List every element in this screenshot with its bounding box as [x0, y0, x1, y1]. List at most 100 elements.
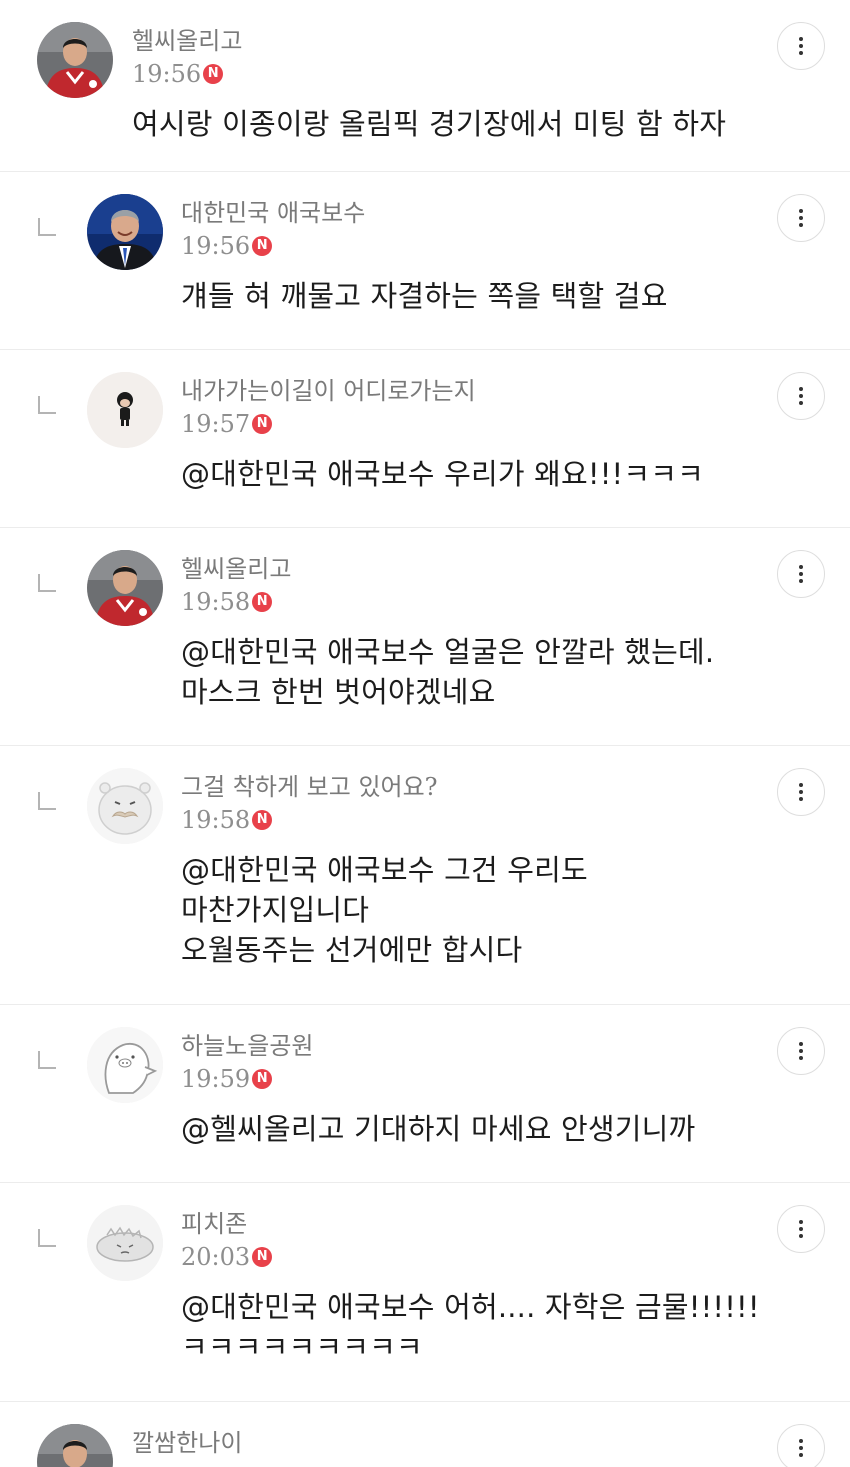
nickname[interactable]: 내가가는이길이 어디로가는지	[181, 374, 476, 408]
dot	[799, 783, 803, 787]
dot	[799, 790, 803, 794]
comment-text: @대한민국 애국보수 어허.... 자학은 금물!!!!!! ㅋㅋㅋㅋㅋㅋㅋㅋㅋ	[181, 1287, 760, 1367]
reply-comment: 헬씨올리고 19:58 N @대한민국 애국보수 얼굴은 안깔라 했는데. 마스크 한번…	[0, 528, 850, 746]
more-vertical-icon[interactable]	[777, 1424, 825, 1467]
comment-line: 마찬가지입니다	[181, 893, 370, 927]
dot	[799, 1056, 803, 1060]
comment-line: 마스크 한번 벗어야겠네요	[181, 675, 496, 709]
new-badge: N	[252, 592, 273, 612]
more-vertical-icon[interactable]	[777, 372, 825, 420]
comment: 깔쌈한나이	[0, 1402, 850, 1467]
timestamp-row: 20:03 N	[181, 1240, 273, 1274]
more-vertical-icon[interactable]	[777, 1027, 825, 1075]
tiny-character-icon[interactable]	[87, 372, 163, 448]
more-vertical-icon[interactable]	[777, 22, 825, 70]
timestamp: 19:58	[181, 806, 251, 834]
comment-text: @대한민국 애국보수 그건 우리도마찬가지입니다오월동주는 선거에만 합시다	[181, 850, 588, 970]
dot	[799, 1234, 803, 1238]
comment-meta: 하늘노을공원 19:59 N	[181, 1029, 313, 1096]
dot	[799, 797, 803, 801]
reply-comment: 하늘노을공원 19:59 N @헬씨올리고 기대하지 마세요 안생기니까	[0, 1005, 850, 1183]
dot	[799, 565, 803, 569]
timestamp: 19:57	[181, 410, 251, 438]
dot	[799, 394, 803, 398]
timestamp-row: 19:58 N	[181, 585, 291, 619]
comment-line: 오월동주는 선거에만 합시다	[181, 933, 523, 967]
comment-line: 여시랑 이종이랑 올림픽 경기장에서 미팅 함 하자	[132, 107, 727, 141]
reply-arrow-icon	[38, 792, 56, 810]
timestamp-row: 19:59 N	[181, 1062, 313, 1096]
more-vertical-icon[interactable]	[777, 768, 825, 816]
dot	[799, 387, 803, 391]
comment-text: @대한민국 애국보수 우리가 왜요!!!ㅋㅋㅋ	[181, 454, 704, 494]
comment-line: 걔들 혀 깨물고 자결하는 쪽을 택할 걸요	[181, 279, 668, 313]
timestamp: 19:56	[132, 60, 202, 88]
nickname[interactable]: 대한민국 애국보수	[181, 196, 365, 230]
new-badge: N	[252, 1247, 273, 1267]
nickname[interactable]: 하늘노을공원	[181, 1029, 313, 1063]
timestamp-row: 19:56 N	[181, 229, 365, 263]
reply-arrow-icon	[38, 1051, 56, 1069]
comment-line: ㅋㅋㅋㅋㅋㅋㅋㅋㅋ	[181, 1330, 423, 1364]
new-badge: N	[252, 1069, 273, 1089]
reply-arrow-icon	[38, 396, 56, 414]
comment-text: 걔들 혀 깨물고 자결하는 쪽을 택할 걸요	[181, 276, 668, 316]
comment-meta: 헬씨올리고 19:58 N	[181, 552, 291, 619]
reply-arrow-icon	[38, 218, 56, 236]
comment-meta: 깔쌈한나이	[132, 1426, 242, 1460]
soccer-player-icon[interactable]	[37, 22, 113, 98]
dino-character-icon[interactable]	[87, 1205, 163, 1281]
nickname[interactable]: 깔쌈한나이	[132, 1426, 242, 1460]
comment-text: @대한민국 애국보수 얼굴은 안깔라 했는데. 마스크 한번 벗어야겠네요	[181, 632, 714, 712]
dot	[799, 1049, 803, 1053]
timestamp-row: 19:57 N	[181, 407, 476, 441]
pig-ghost-icon[interactable]	[87, 1027, 163, 1103]
reply-arrow-icon	[38, 1229, 56, 1247]
soccer-player-icon[interactable]	[37, 1424, 113, 1467]
dot	[799, 44, 803, 48]
comment-text: 여시랑 이종이랑 올림픽 경기장에서 미팅 함 하자	[132, 104, 726, 144]
dot	[799, 223, 803, 227]
man-in-suit-icon[interactable]	[87, 194, 163, 270]
nickname[interactable]: 그걸 착하게 보고 있어요?	[181, 770, 438, 804]
comment-meta: 대한민국 애국보수 19:56 N	[181, 196, 365, 263]
dot	[799, 1453, 803, 1457]
dot	[799, 209, 803, 213]
more-vertical-icon[interactable]	[777, 1205, 825, 1253]
reply-arrow-icon	[38, 574, 56, 592]
comment-meta: 내가가는이길이 어디로가는지 19:57 N	[181, 374, 476, 441]
new-badge: N	[252, 810, 273, 830]
dot	[799, 572, 803, 576]
soccer-player-icon[interactable]	[87, 550, 163, 626]
comment-meta: 헬씨올리고 19:56 N	[132, 24, 242, 91]
dot	[799, 1042, 803, 1046]
timestamp-row: 19:58 N	[181, 803, 438, 837]
new-badge: N	[252, 414, 273, 434]
comment: 헬씨올리고 19:56 N 여시랑 이종이랑 올림픽 경기장에서 미팅 함 하자	[0, 0, 850, 172]
nickname[interactable]: 피치존	[181, 1207, 272, 1241]
reply-comment: 피치존 20:03 N @대한민국 애국보수 어허.... 자학은 금물!!!!!! ㅋ…	[0, 1183, 850, 1402]
mustache-character-icon[interactable]	[87, 768, 163, 844]
timestamp-row: 19:56 N	[132, 57, 242, 91]
reply-comment: 대한민국 애국보수 19:56 N 걔들 혀 깨물고 자결하는 쪽을 택할 걸요	[0, 172, 850, 350]
timestamp: 19:59	[181, 1065, 251, 1093]
nickname[interactable]: 헬씨올리고	[132, 24, 242, 58]
more-vertical-icon[interactable]	[777, 194, 825, 242]
dot	[799, 51, 803, 55]
comment-thread: 헬씨올리고 19:56 N 여시랑 이종이랑 올림픽 경기장에서 미팅 함 하자 대한민…	[0, 0, 850, 1467]
nickname[interactable]: 헬씨올리고	[181, 552, 291, 586]
comment-line: @대한민국 애국보수 그건 우리도	[181, 853, 588, 887]
new-badge: N	[252, 236, 273, 256]
comment-meta: 그걸 착하게 보고 있어요? 19:58 N	[181, 770, 438, 837]
timestamp: 19:58	[181, 588, 251, 616]
more-vertical-icon[interactable]	[777, 550, 825, 598]
comment-meta: 피치존 20:03 N	[181, 1207, 273, 1274]
comment-line: @대한민국 애국보수 우리가 왜요!!!ㅋㅋㅋ	[181, 457, 705, 491]
dot	[799, 1220, 803, 1224]
reply-comment: 그걸 착하게 보고 있어요? 19:58 N @대한민국 애국보수 그건 우리도마찬가…	[0, 746, 850, 1005]
timestamp: 19:56	[181, 232, 251, 260]
dot	[799, 1439, 803, 1443]
reply-comment: 내가가는이길이 어디로가는지 19:57 N @대한민국 애국보수 우리가 왜요!!!…	[0, 350, 850, 528]
comment-line: @대한민국 애국보수 어허.... 자학은 금물!!!!!!	[181, 1290, 760, 1324]
dot	[799, 579, 803, 583]
